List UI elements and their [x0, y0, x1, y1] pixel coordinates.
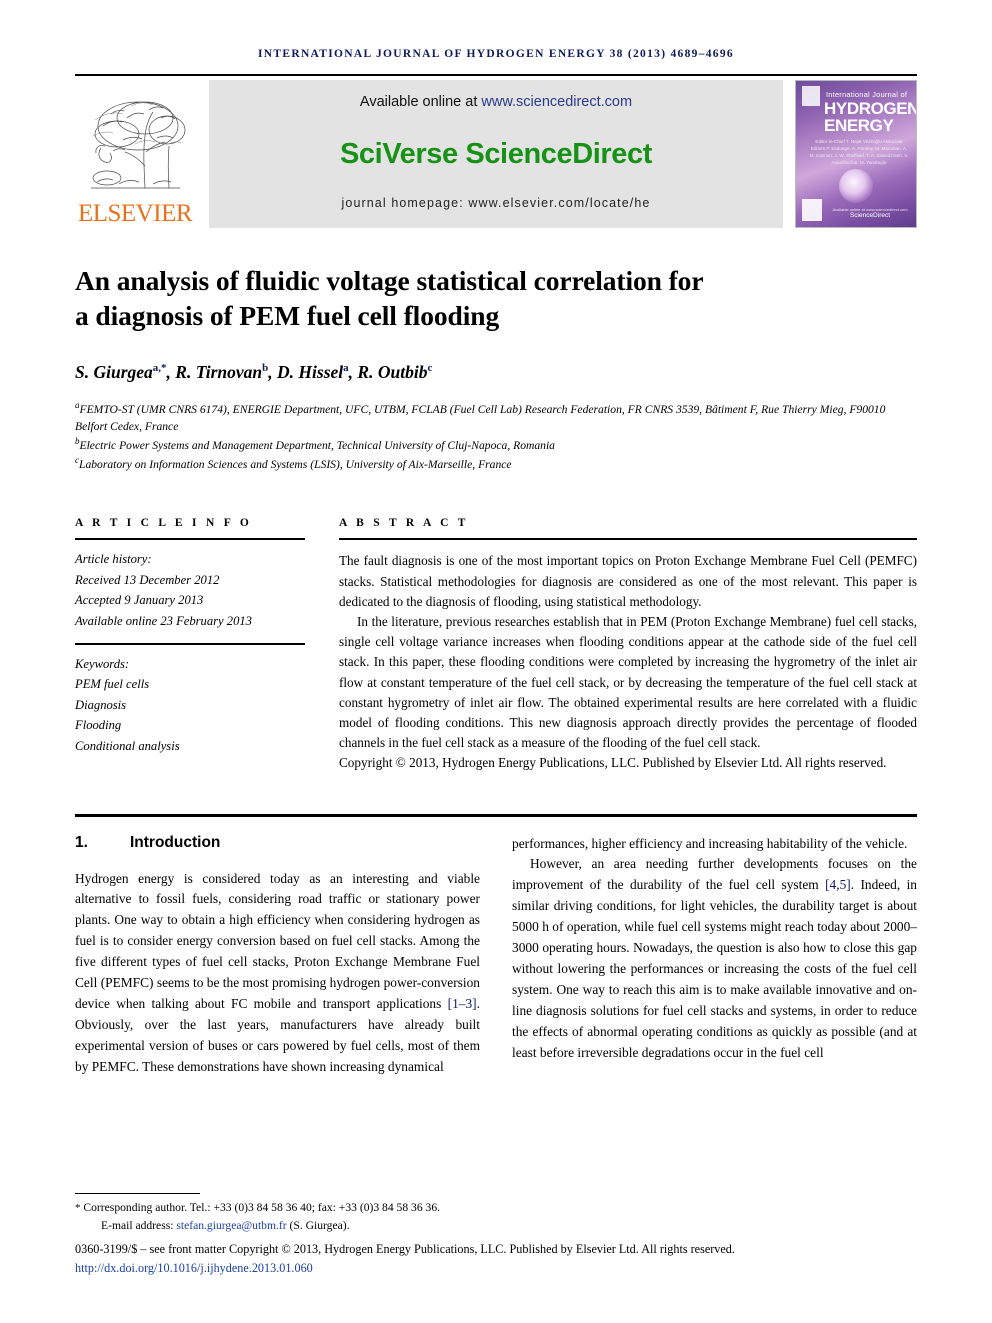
- author-entry[interactable]: R. Outbibc: [357, 362, 432, 382]
- cover-sciencedirect-label: ScienceDirect: [849, 212, 891, 219]
- affiliation-list: aFEMTO-ST (UMR CNRS 6174), ENERGIE Depar…: [75, 399, 917, 473]
- author-entry[interactable]: S. Giurgeaa,*: [75, 362, 167, 382]
- abstract-paragraph: In the literature, previous researches e…: [339, 614, 917, 751]
- cover-orb-graphic: [839, 169, 873, 203]
- affiliation-item: cLaboratory on Information Sciences and …: [75, 454, 917, 473]
- sciverse-sciencedirect-wordmark: SciVerse ScienceDirect: [339, 137, 653, 170]
- author-affiliation-marker: b: [262, 362, 269, 375]
- elsevier-logo[interactable]: ELSEVIER: [75, 80, 195, 228]
- page-footer: * Corresponding author. Tel.: +33 (0)3 8…: [75, 1193, 917, 1277]
- header-rule: [75, 74, 917, 76]
- email-link[interactable]: stefan.giurgea@utbm.fr: [176, 1219, 286, 1232]
- keyword-item: Flooding: [75, 718, 122, 733]
- article-history-block: Article history: Received 13 December 20…: [75, 540, 305, 643]
- author-name: R. Tirnovan: [175, 362, 263, 383]
- page-title: An analysis of fluidic voltage statistic…: [75, 264, 917, 333]
- section-heading-introduction: 1. Introduction: [75, 834, 480, 852]
- journal-homepage-link[interactable]: journal homepage: www.elsevier.com/locat…: [342, 196, 651, 210]
- elsevier-tree-icon: [90, 101, 185, 189]
- body-paragraph: However, an area needing further develop…: [512, 854, 917, 1063]
- email-suffix: (S. Giurgea).: [286, 1218, 350, 1232]
- intro-right-text: performances, higher efficiency and incr…: [512, 834, 917, 1064]
- author-list: S. Giurgeaa,*, R. Tirnovanb, D. Hissela,…: [75, 362, 433, 383]
- affiliation-text: Electric Power Systems and Management De…: [79, 439, 555, 453]
- body-paragraph: performances, higher efficiency and incr…: [512, 835, 908, 851]
- article-received: Received 13 December 2012: [75, 572, 220, 587]
- abstract-heading: A B S T R A C T: [339, 517, 469, 530]
- corresponding-author-note: * Corresponding author. Tel.: +33 (0)3 8…: [75, 1199, 917, 1217]
- section-title: Introduction: [130, 833, 221, 851]
- masthead: ELSEVIER Available online at www.science…: [75, 80, 917, 228]
- footnote-rule: [75, 1193, 200, 1195]
- article-accepted: Accepted 9 January 2013: [75, 593, 204, 608]
- elsevier-wordmark: ELSEVIER: [77, 200, 193, 227]
- paragraph-part: Hydrogen energy is considered today as a…: [75, 870, 480, 1011]
- cover-title-line2: ENERGY: [824, 116, 894, 135]
- author-name: S. Giurgea: [75, 362, 153, 383]
- doi-link[interactable]: http://dx.doi.org/10.1016/j.ijhydene.201…: [75, 1259, 917, 1277]
- info-abstract-row: A R T I C L E I N F O Article history: R…: [75, 517, 917, 773]
- sciencedirect-url-link[interactable]: www.sciencedirect.com: [481, 94, 632, 110]
- corresponding-author-text: Corresponding author. Tel.: +33 (0)3 84 …: [83, 1201, 441, 1215]
- keyword-item: Diagnosis: [75, 697, 127, 712]
- abstract-paragraph: The fault diagnosis is one of the most i…: [339, 553, 917, 609]
- affiliation-item: aFEMTO-ST (UMR CNRS 6174), ENERGIE Depar…: [75, 399, 917, 435]
- available-online-line: Available online at www.sciencedirect.co…: [360, 94, 632, 110]
- title-line-1: An analysis of fluidic voltage statistic…: [75, 265, 704, 296]
- body-paragraph: Hydrogen energy is considered today as a…: [75, 869, 480, 1078]
- keywords-block: Keywords: PEM fuel cells Diagnosis Flood…: [75, 645, 305, 768]
- author-affiliation-marker: a,*: [152, 362, 167, 375]
- available-online-prefix: Available online at: [359, 94, 482, 110]
- section-number: 1.: [75, 833, 88, 851]
- author-name: D. Hissel: [277, 362, 344, 383]
- cover-he-logo-icon: [802, 199, 822, 221]
- keywords-label: Keywords:: [75, 657, 130, 672]
- abstract-copyright: Copyright © 2013, Hydrogen Energy Public…: [339, 755, 887, 771]
- email-label: E-mail address:: [101, 1218, 177, 1232]
- body-separator-rule: [75, 813, 917, 817]
- issn-copyright-line: 0360-3199/$ – see front matter Copyright…: [75, 1242, 735, 1257]
- author-affiliation-marker: a: [343, 362, 349, 375]
- article-first-page: INTERNATIONAL JOURNAL OF HYDROGEN ENERGY…: [0, 0, 992, 1323]
- cover-sciencedirect-mark: Available online at www.sciencedirect.co…: [828, 207, 912, 219]
- keyword-item: Conditional analysis: [75, 738, 180, 753]
- citation-reference[interactable]: [1–3]: [448, 996, 477, 1011]
- journal-cover-thumbnail[interactable]: International Journal of HYDROGEN ENERGY…: [795, 80, 917, 228]
- cover-editors: Editor-in-Chief T. Nejat Veziroğlu Assoc…: [809, 139, 909, 165]
- keyword-item: PEM fuel cells: [75, 677, 150, 692]
- author-affiliation-marker: c: [427, 362, 433, 375]
- affiliation-text: FEMTO-ST (UMR CNRS 6174), ENERGIE Depart…: [75, 403, 886, 434]
- article-info-heading: A R T I C L E I N F O: [75, 517, 253, 530]
- article-history-label: Article history:: [75, 552, 152, 567]
- article-available-online: Available online 23 February 2013: [75, 613, 252, 628]
- cover-kicker: International Journal of: [826, 90, 908, 99]
- paragraph-part: . Indeed, in similar driving conditions,…: [512, 877, 917, 1060]
- affiliation-item: bElectric Power Systems and Management D…: [75, 435, 917, 454]
- body-columns: 1. Introduction Hydrogen energy is consi…: [75, 834, 917, 1078]
- email-note: E-mail address: stefan.giurgea@utbm.fr (…: [75, 1217, 917, 1235]
- citation-reference[interactable]: [4,5]: [825, 877, 851, 892]
- body-left-column: 1. Introduction Hydrogen energy is consi…: [75, 834, 480, 1078]
- author-name: R. Outbib: [357, 362, 428, 383]
- title-line-2: a diagnosis of PEM fuel cell flooding: [75, 299, 500, 331]
- author-entry[interactable]: D. Hissela: [277, 362, 349, 382]
- cover-sciencedirect-sub: Available online at www.sciencedirect.co…: [832, 207, 908, 212]
- abstract-body: The fault diagnosis is one of the most i…: [339, 540, 917, 773]
- running-head: INTERNATIONAL JOURNAL OF HYDROGEN ENERGY…: [258, 48, 734, 60]
- article-info-column: A R T I C L E I N F O Article history: R…: [75, 517, 305, 773]
- abstract-column: A B S T R A C T The fault diagnosis is o…: [339, 517, 917, 773]
- affiliation-text: Laboratory on Information Sciences and S…: [79, 458, 512, 472]
- cover-publisher-badge-icon: [802, 86, 820, 106]
- body-right-column: performances, higher efficiency and incr…: [512, 834, 917, 1078]
- author-entry[interactable]: R. Tirnovanb: [175, 362, 268, 382]
- sciencedirect-banner: Available online at www.sciencedirect.co…: [209, 80, 783, 228]
- intro-left-text: Hydrogen energy is considered today as a…: [75, 869, 480, 1078]
- corresponding-author-marker: *: [75, 1202, 81, 1215]
